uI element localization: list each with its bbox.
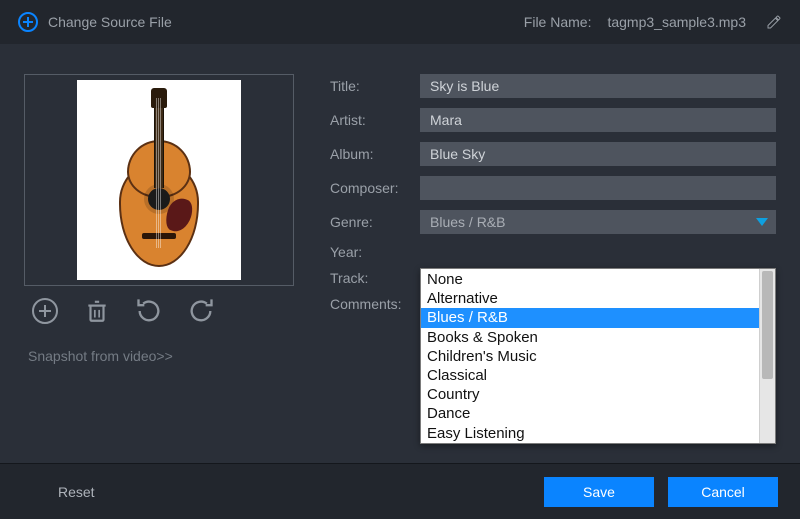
- label-composer: Composer:: [330, 180, 408, 196]
- add-art-button[interactable]: [30, 296, 60, 326]
- genre-option[interactable]: Books & Spoken: [421, 328, 759, 347]
- change-source-link[interactable]: Change Source File: [48, 14, 172, 30]
- row-year: Year:: [330, 244, 776, 260]
- triangle-down-icon: [756, 218, 768, 226]
- label-genre: Genre:: [330, 214, 408, 230]
- genre-dropdown[interactable]: NoneAlternativeBlues / R&BBooks & Spoken…: [420, 268, 776, 444]
- reset-button[interactable]: Reset: [22, 484, 95, 500]
- label-album: Album:: [330, 146, 408, 162]
- file-name-label: File Name:: [524, 14, 592, 30]
- genre-option[interactable]: Easy Listening: [421, 424, 759, 443]
- album-field[interactable]: [420, 142, 776, 166]
- label-track: Track:: [330, 270, 408, 286]
- pencil-icon[interactable]: [766, 14, 782, 30]
- label-year: Year:: [330, 244, 408, 260]
- row-composer: Composer:: [330, 176, 776, 200]
- rotate-ccw-button[interactable]: [134, 296, 164, 326]
- genre-option[interactable]: None: [421, 270, 759, 289]
- row-title: Title:: [330, 74, 776, 98]
- rotate-cw-button[interactable]: [186, 296, 216, 326]
- artwork-panel: Snapshot from video>>: [24, 74, 294, 463]
- genre-option[interactable]: Blues / R&B: [421, 308, 759, 327]
- header-bar: Change Source File File Name: tagmp3_sam…: [0, 0, 800, 44]
- label-title: Title:: [330, 78, 408, 94]
- title-field[interactable]: [420, 74, 776, 98]
- composer-field[interactable]: [420, 176, 776, 200]
- row-artist: Artist:: [330, 108, 776, 132]
- artist-field[interactable]: [420, 108, 776, 132]
- artwork-toolbar: [24, 296, 294, 326]
- snapshot-from-video-link[interactable]: Snapshot from video>>: [24, 348, 294, 364]
- plus-circle-icon[interactable]: [18, 12, 38, 32]
- genre-option[interactable]: Country: [421, 385, 759, 404]
- main-area: Snapshot from video>> Title: Artist: Alb…: [0, 44, 800, 463]
- label-artist: Artist:: [330, 112, 408, 128]
- genre-option[interactable]: Children's Music: [421, 347, 759, 366]
- artwork-frame[interactable]: [24, 74, 294, 286]
- row-album: Album:: [330, 142, 776, 166]
- genre-option-list: NoneAlternativeBlues / R&BBooks & Spoken…: [421, 269, 759, 443]
- tag-form: Title: Artist: Album: Composer: Genre: B…: [330, 74, 776, 463]
- artwork-image: [77, 80, 241, 280]
- delete-art-button[interactable]: [82, 296, 112, 326]
- file-name-value: tagmp3_sample3.mp3: [607, 14, 746, 30]
- genre-option[interactable]: Alternative: [421, 289, 759, 308]
- dropdown-scrollbar[interactable]: [759, 269, 775, 443]
- genre-option[interactable]: Dance: [421, 404, 759, 423]
- cancel-button[interactable]: Cancel: [668, 477, 778, 507]
- genre-selected-value: Blues / R&B: [430, 214, 505, 230]
- row-genre: Genre: Blues / R&B: [330, 210, 776, 234]
- guitar-illustration: [114, 88, 204, 273]
- scrollbar-thumb[interactable]: [762, 271, 773, 379]
- genre-option[interactable]: Classical: [421, 366, 759, 385]
- genre-combobox[interactable]: Blues / R&B: [420, 210, 776, 234]
- save-button[interactable]: Save: [544, 477, 654, 507]
- footer-bar: Reset Save Cancel: [0, 463, 800, 519]
- label-comments: Comments:: [330, 296, 408, 312]
